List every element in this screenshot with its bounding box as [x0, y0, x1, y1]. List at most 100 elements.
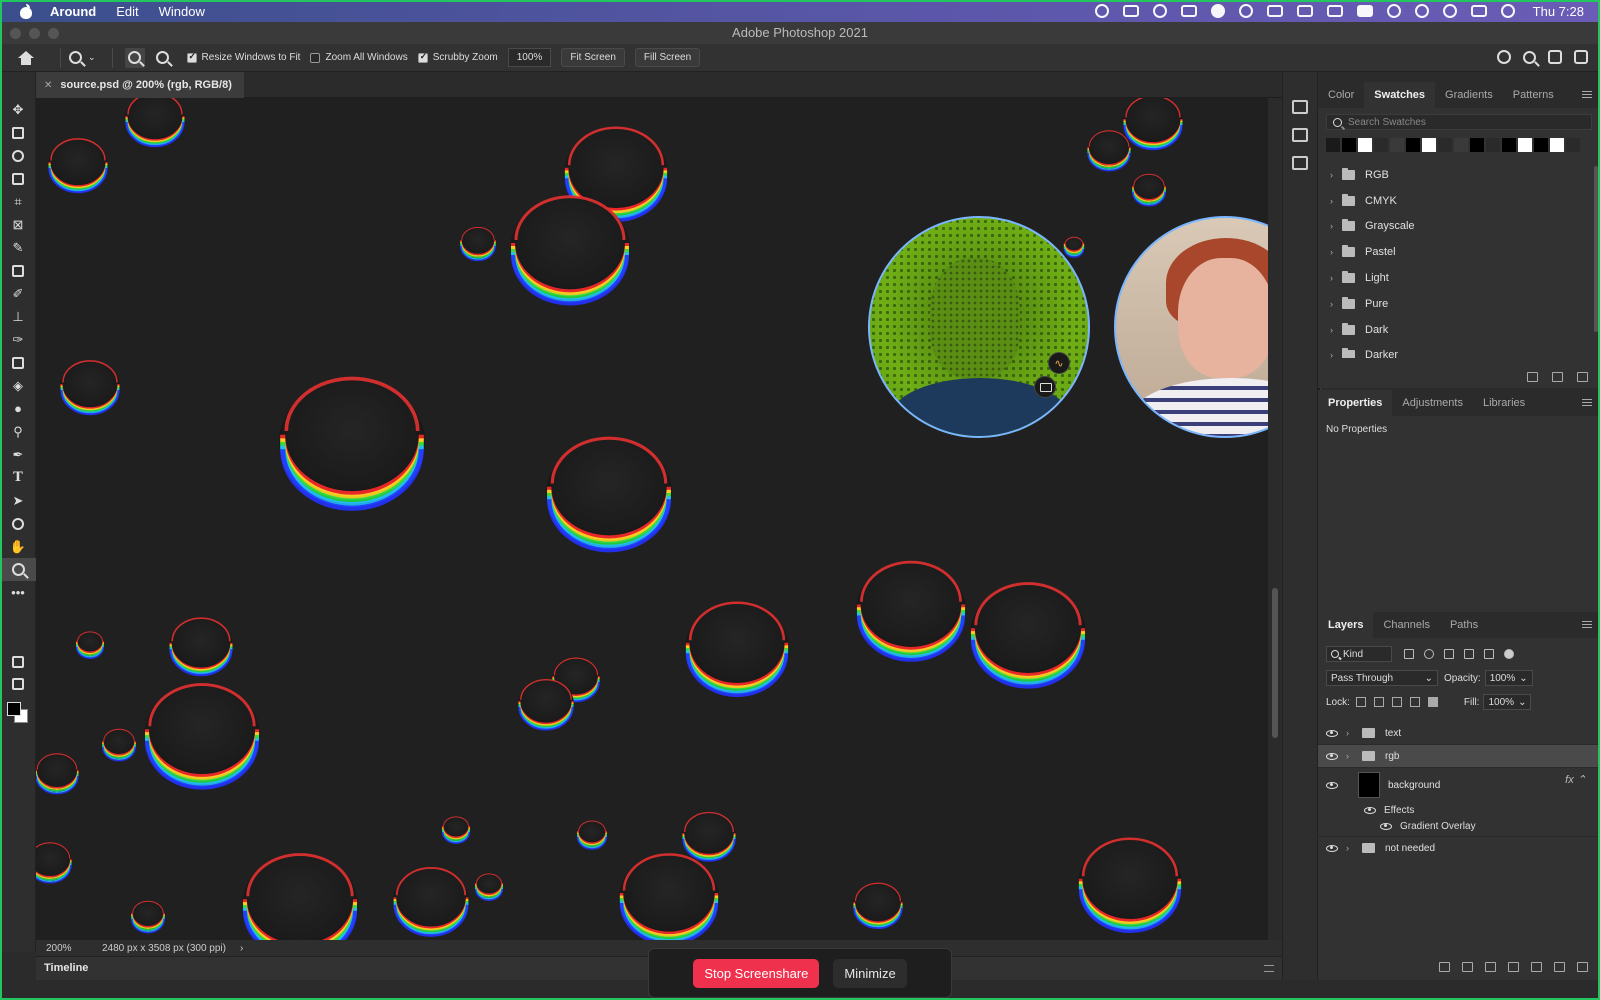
pen-tool[interactable]: ✒ [0, 443, 36, 466]
eraser-tool[interactable] [0, 351, 36, 374]
swatch-folder-grayscale[interactable]: › Grayscale [1318, 214, 1600, 240]
chevron-right-icon[interactable]: › [1346, 843, 1358, 853]
stop-screenshare-button[interactable]: Stop Screenshare [693, 958, 820, 988]
tab-adjustments[interactable]: Adjustments [1392, 390, 1473, 416]
chevron-right-icon[interactable]: › [1330, 350, 1342, 358]
zoom-all-windows-checkbox[interactable]: Zoom All Windows [310, 52, 408, 63]
chevron-right-icon[interactable]: › [1330, 325, 1342, 335]
tab-properties[interactable]: Properties [1318, 390, 1393, 416]
swatch-chip[interactable] [1422, 138, 1436, 152]
type-filter-icon[interactable] [1444, 649, 1454, 659]
swatch-folder-cmyk[interactable]: › CMYK [1318, 188, 1600, 214]
swatch-chip[interactable] [1326, 138, 1340, 152]
close-window-button[interactable] [10, 28, 21, 39]
brush-tool[interactable]: ✐ [0, 282, 36, 305]
healing-brush-tool[interactable] [0, 259, 36, 282]
swatch-chip[interactable] [1406, 138, 1420, 152]
chevron-right-icon[interactable]: › [1346, 728, 1358, 738]
filter-toggle-icon[interactable] [1504, 649, 1514, 659]
zoom-tool-preset-icon[interactable] [69, 51, 82, 64]
lock-pixels-icon[interactable] [1373, 697, 1384, 707]
type-tool[interactable]: T [0, 466, 36, 489]
new-group-icon[interactable] [1527, 372, 1538, 382]
swatch-folder-dark[interactable]: › Dark [1318, 317, 1600, 343]
chevron-right-icon[interactable]: › [240, 943, 243, 954]
window-layout-icon[interactable] [1266, 5, 1283, 17]
trash-icon[interactable] [1577, 962, 1588, 972]
swatch-folder-rgb[interactable]: › RGB [1318, 162, 1600, 188]
swatch-chip[interactable] [1534, 138, 1548, 152]
visibility-eye-icon[interactable] [1380, 822, 1392, 830]
panel-menu-icon[interactable] [1582, 91, 1592, 98]
tab-patterns[interactable]: Patterns [1503, 82, 1564, 108]
path-selection-tool[interactable]: ➤ [0, 489, 36, 512]
object-selection-tool[interactable] [0, 167, 36, 190]
swatch-chip[interactable] [1502, 138, 1516, 152]
fit-screen-button[interactable]: Fit Screen [561, 48, 625, 67]
adjustments-icon[interactable] [1292, 156, 1308, 170]
menu-window[interactable]: Window [159, 4, 205, 19]
siri-icon[interactable] [1500, 4, 1515, 18]
swatch-chip[interactable] [1518, 138, 1532, 152]
screen-mode-button[interactable] [0, 672, 36, 695]
swatch-folder-light[interactable]: › Light [1318, 265, 1600, 291]
layer-row-text[interactable]: › text [1318, 722, 1600, 744]
chevron-right-icon[interactable]: › [1330, 273, 1342, 283]
password-manager-icon[interactable] [1238, 4, 1253, 18]
swatch-folder-pure[interactable]: › Pure [1318, 291, 1600, 317]
tab-gradients[interactable]: Gradients [1435, 82, 1503, 108]
swatch-chip[interactable] [1342, 138, 1356, 152]
blend-mode-dropdown[interactable]: Pass Through ⌄ [1326, 670, 1438, 686]
blur-tool[interactable]: ● [0, 397, 36, 420]
minimize-button[interactable]: Minimize [833, 958, 907, 988]
swatch-chip[interactable] [1486, 138, 1500, 152]
swatch-chip[interactable] [1566, 138, 1580, 152]
battery-icon[interactable] [1356, 5, 1373, 17]
tab-channels[interactable]: Channels [1373, 612, 1439, 638]
swatch-chip[interactable] [1358, 138, 1372, 152]
swatch-chip[interactable] [1438, 138, 1452, 152]
audio-levels-icon[interactable] [1180, 5, 1197, 17]
gradient-overlay-row[interactable]: Gradient Overlay [1318, 818, 1600, 834]
scroll-thumb[interactable] [1272, 588, 1278, 738]
swatch-chip[interactable] [1374, 138, 1388, 152]
adjustment-filter-icon[interactable] [1424, 649, 1434, 659]
chevron-down-icon[interactable]: ⌄ [88, 52, 96, 63]
layer-row-rgb[interactable]: › rgb [1318, 745, 1600, 767]
drive-icon[interactable] [1122, 5, 1139, 17]
crop-tool[interactable]: ⌗ [0, 190, 36, 213]
scrubby-zoom-checkbox[interactable]: Scrubby Zoom [417, 51, 498, 63]
screen-share-icon[interactable] [1034, 376, 1056, 398]
zoom-level-field[interactable]: 200% [36, 943, 92, 954]
canvas-vertical-scrollbar[interactable] [1268, 98, 1282, 940]
panel-menu-icon[interactable] [1582, 621, 1592, 628]
apple-icon[interactable] [18, 3, 36, 19]
chevron-right-icon[interactable]: › [1330, 170, 1342, 180]
home-icon[interactable] [18, 50, 34, 65]
clone-stamp-tool[interactable]: ⊥ [0, 305, 36, 328]
swatch-chip[interactable] [1550, 138, 1564, 152]
panel-menu-icon[interactable] [1582, 399, 1592, 406]
document-dimensions[interactable]: 2480 px x 3508 px (300 ppi) [92, 943, 226, 954]
smart-object-filter-icon[interactable] [1484, 649, 1494, 659]
eyedropper-tool[interactable]: ✎ [0, 236, 36, 259]
audio-wave-icon[interactable]: ∿ [1048, 352, 1070, 374]
search-swatches-input[interactable]: Search Swatches [1326, 114, 1592, 130]
workspace-icon[interactable] [1548, 50, 1562, 64]
lock-transparency-icon[interactable] [1355, 697, 1366, 707]
history-brush-tool[interactable]: ✑ [0, 328, 36, 351]
add-style-icon[interactable] [1462, 962, 1473, 972]
new-swatch-icon[interactable] [1552, 372, 1563, 382]
swatch-chip[interactable] [1390, 138, 1404, 152]
visibility-eye-icon[interactable] [1326, 781, 1338, 789]
display-icon[interactable] [1326, 5, 1343, 17]
kind-filter-dropdown[interactable]: Kind [1326, 646, 1392, 662]
new-adjustment-icon[interactable] [1508, 962, 1519, 972]
brush-settings-icon[interactable] [1292, 128, 1308, 142]
layer-row-background[interactable]: background fx ⌃ [1318, 768, 1600, 802]
search-icon[interactable] [1523, 50, 1536, 64]
new-layer-icon[interactable] [1554, 962, 1565, 972]
close-tab-icon[interactable]: ✕ [44, 80, 52, 91]
visibility-eye-icon[interactable] [1326, 752, 1338, 760]
zoom-out-button[interactable] [153, 48, 173, 68]
